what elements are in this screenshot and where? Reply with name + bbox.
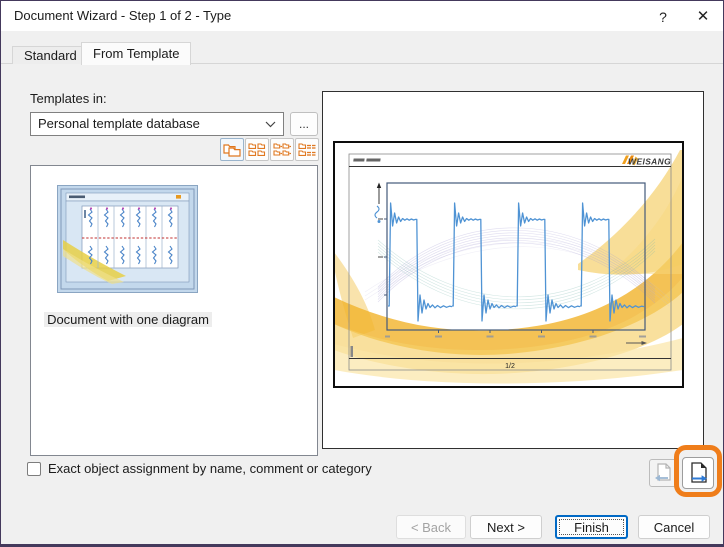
help-button[interactable]: ? xyxy=(647,1,679,31)
next-button[interactable]: Next > xyxy=(470,515,542,539)
finish-button[interactable]: Finish xyxy=(555,515,628,539)
chevron-down-icon xyxy=(265,121,276,128)
template-item-label-row: Document with one diagram xyxy=(30,311,226,329)
page-next-icon xyxy=(688,462,708,484)
back-button: < Back xyxy=(396,515,466,539)
tab-from-template[interactable]: From Template xyxy=(81,42,191,65)
title-bar: Document Wizard - Step 1 of 2 - Type ? ✕ xyxy=(1,1,723,31)
dialog-window: Document Wizard - Step 1 of 2 - Type ? ✕… xyxy=(0,0,724,547)
view-list-button[interactable] xyxy=(270,138,294,161)
view-large-icons-button[interactable] xyxy=(220,138,244,161)
large-folder-icons-icon xyxy=(223,142,241,158)
previous-page-button[interactable] xyxy=(649,459,677,487)
template-database-value: Personal template database xyxy=(38,113,200,135)
view-small-icons-button[interactable] xyxy=(245,138,269,161)
tab-standard[interactable]: Standard xyxy=(12,46,89,64)
preview-pane: WEISANG 1/2 xyxy=(322,91,704,449)
document-wizard-dialog: Document Wizard - Step 1 of 2 - Type ? ✕… xyxy=(1,1,723,544)
small-folder-icons-icon xyxy=(248,142,266,158)
next-page-button[interactable] xyxy=(682,457,714,489)
page-previous-icon xyxy=(654,463,672,483)
template-item-label[interactable]: Document with one diagram xyxy=(44,312,212,327)
cancel-button[interactable]: Cancel xyxy=(638,515,710,539)
template-thumbnail[interactable] xyxy=(57,185,198,293)
view-details-button[interactable] xyxy=(295,138,319,161)
folder-details-icon xyxy=(298,142,316,158)
templates-in-label: Templates in: xyxy=(30,91,107,106)
exact-assignment-label: Exact object assignment by name, comment… xyxy=(48,461,372,477)
preview-image: WEISANG 1/2 xyxy=(323,92,702,447)
folder-list-icon xyxy=(273,142,291,158)
footer-side-text-placeholder xyxy=(351,346,354,357)
brand-text: WEISANG xyxy=(628,157,671,167)
page-indicator: 1/2 xyxy=(505,363,515,370)
browse-database-button[interactable]: ... xyxy=(290,112,318,136)
template-thumbnail-image xyxy=(58,186,197,292)
weisang-logo: WEISANG xyxy=(622,156,671,167)
template-database-combobox[interactable]: Personal template database xyxy=(30,112,284,136)
header-text-placeholder xyxy=(353,159,380,162)
exact-assignment-checkbox[interactable] xyxy=(27,462,41,476)
dialog-title: Document Wizard - Step 1 of 2 - Type xyxy=(14,1,231,31)
close-button[interactable]: ✕ xyxy=(687,1,719,31)
